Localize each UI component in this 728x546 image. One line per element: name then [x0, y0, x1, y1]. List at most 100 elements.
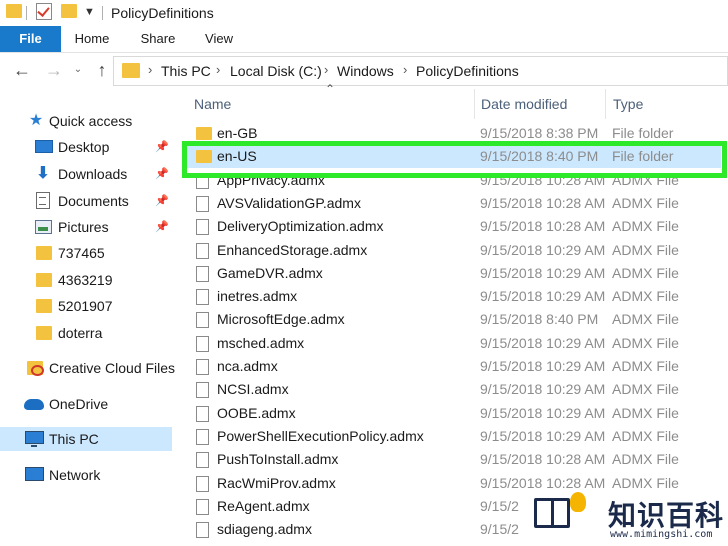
onedrive-icon [24, 399, 44, 410]
file-icon [196, 359, 209, 375]
file-type: ADMX File [612, 288, 679, 304]
file-type: ADMX File [612, 405, 679, 421]
file-date-modified: 9/15/2018 8:40 PM [480, 311, 599, 327]
toolbar-divider [26, 6, 27, 20]
sidebar-item-737465[interactable]: 737465 [0, 241, 172, 265]
file-icon [196, 196, 209, 212]
file-row[interactable]: PowerShellExecutionPolicy.admx 9/15/2018 … [185, 425, 721, 448]
pc-icon [25, 431, 44, 447]
file-row[interactable]: EnhancedStorage.admx 9/15/2018 10:29 AM AD… [185, 239, 721, 262]
file-row[interactable]: MicrosoftEdge.admx 9/15/2018 8:40 PM ADMX … [185, 308, 721, 331]
sidebar-item-network[interactable]: Network [0, 463, 172, 487]
recent-locations-chevron-icon[interactable]: ⌄ [68, 59, 88, 81]
file-icon [196, 499, 209, 515]
file-row[interactable]: GameDVR.admx 9/15/2018 10:29 AM ADMX File [185, 262, 721, 285]
sidebar-item-quick-access[interactable]: ★ Quick access [0, 109, 172, 133]
file-row[interactable]: AppPrivacy.admx 9/15/2018 10:28 AM ADMX Fi… [185, 169, 721, 192]
chevron-right-icon[interactable]: › [148, 62, 152, 77]
file-row[interactable]: msched.admx 9/15/2018 10:29 AM ADMX File [185, 332, 721, 355]
file-name: RacWmiProv.admx [217, 475, 336, 491]
sidebar-item-pictures[interactable]: Pictures 📌 [0, 215, 172, 239]
sidebar-item-desktop[interactable]: Desktop 📌 [0, 135, 172, 159]
file-icon [196, 406, 209, 422]
chevron-right-icon[interactable]: › [216, 62, 220, 77]
back-arrow-icon[interactable]: ← [12, 59, 32, 81]
tab-view[interactable]: View [193, 26, 245, 52]
sidebar-item-this-pc[interactable]: This PC [0, 427, 172, 451]
file-row[interactable]: DeliveryOptimization.admx 9/15/2018 10:28… [185, 215, 721, 238]
new-folder-icon[interactable] [61, 4, 77, 18]
forward-arrow-icon[interactable]: → [44, 59, 64, 81]
sidebar-item-onedrive[interactable]: OneDrive [0, 392, 172, 416]
column-divider[interactable] [474, 89, 475, 119]
sidebar-item-label: Creative Cloud Files [49, 360, 176, 376]
chevron-right-icon[interactable]: › [403, 62, 407, 77]
file-row[interactable]: OOBE.admx 9/15/2018 10:29 AM ADMX File [185, 402, 721, 425]
file-icon [196, 219, 209, 235]
file-icon [196, 429, 209, 445]
file-date-modified: 9/15/2018 8:40 PM [480, 148, 599, 164]
breadcrumb-local-disk[interactable]: Local Disk (C:) [230, 63, 322, 79]
sidebar-item-doterra[interactable]: doterra [0, 321, 172, 345]
folder-row[interactable]: en-US 9/15/2018 8:40 PM File folder [185, 145, 721, 168]
tab-share[interactable]: Share [123, 26, 193, 52]
sidebar-item-label: Quick access [49, 113, 133, 129]
file-name: ReAgent.admx [217, 498, 310, 514]
folder-icon [196, 150, 212, 163]
pin-icon[interactable]: 📌 [155, 135, 169, 159]
navigation-pane: ★ Quick access Desktop 📌 ⬇ Downloads 📌 D… [0, 89, 180, 546]
file-row[interactable]: inetres.admx 9/15/2018 10:29 AM ADMX File [185, 285, 721, 308]
up-arrow-icon[interactable]: ↑ [92, 59, 112, 81]
column-header-type[interactable]: Type [613, 89, 643, 119]
column-header-name[interactable]: Name [194, 89, 231, 119]
properties-icon[interactable] [36, 3, 52, 20]
file-date-modified: 9/15/2018 10:29 AM [480, 428, 606, 444]
file-name: AppPrivacy.admx [217, 172, 325, 188]
desktop-icon [35, 140, 53, 153]
column-divider[interactable] [605, 89, 606, 119]
file-date-modified: 9/15/2018 10:28 AM [480, 172, 606, 188]
sidebar-item-label: Pictures [58, 219, 109, 235]
file-date-modified: 9/15/2018 10:28 AM [480, 195, 606, 211]
folder-icon [122, 63, 140, 78]
file-name: en-US [217, 148, 257, 164]
file-name: sdiageng.admx [217, 521, 312, 537]
address-bar[interactable]: › This PC › Local Disk (C:) › Windows › … [113, 56, 728, 86]
folder-icon[interactable] [6, 4, 22, 18]
pin-icon[interactable]: 📌 [155, 215, 169, 239]
sidebar-item-label: Documents [58, 193, 129, 209]
pin-icon[interactable]: 📌 [155, 162, 169, 186]
file-row[interactable]: PushToInstall.admx 9/15/2018 10:28 AM ADMX… [185, 448, 721, 471]
file-name: inetres.admx [217, 288, 298, 304]
file-date-modified: 9/15/2018 10:29 AM [480, 405, 606, 421]
sidebar-item-label: Downloads [58, 166, 128, 182]
sidebar-item-creative-cloud-files[interactable]: Creative Cloud Files [0, 356, 176, 380]
customize-toolbar-icon[interactable]: ▼ [84, 6, 95, 18]
file-row[interactable]: NCSI.admx 9/15/2018 10:29 AM ADMX File [185, 378, 721, 401]
download-icon: ⬇ [36, 165, 50, 182]
breadcrumb-policy-definitions[interactable]: PolicyDefinitions [416, 63, 519, 79]
sidebar-item-downloads[interactable]: ⬇ Downloads 📌 [0, 162, 172, 186]
tab-home[interactable]: Home [61, 26, 123, 52]
documents-icon [36, 192, 50, 209]
sidebar-item-label: 4363219 [58, 272, 113, 288]
sort-ascending-icon: ⌃ [325, 82, 336, 96]
file-type: ADMX File [612, 172, 679, 188]
sidebar-item-documents[interactable]: Documents 📌 [0, 189, 172, 213]
chevron-right-icon[interactable]: › [324, 62, 328, 77]
breadcrumb-this-pc[interactable]: This PC [161, 63, 211, 79]
file-name: nca.admx [217, 358, 278, 374]
file-icon [196, 243, 209, 259]
sidebar-item-4363219[interactable]: 4363219 [0, 268, 172, 292]
file-type: ADMX File [612, 265, 679, 281]
file-row[interactable]: AVSValidationGP.admx 9/15/2018 10:28 AM AD… [185, 192, 721, 215]
sidebar-item-5201907[interactable]: 5201907 [0, 294, 172, 318]
column-header-date-modified[interactable]: Date modified [481, 89, 567, 119]
file-icon [196, 382, 209, 398]
file-icon [196, 266, 209, 282]
folder-row[interactable]: en-GB 9/15/2018 8:38 PM File folder [185, 122, 721, 145]
tab-file[interactable]: File [0, 26, 61, 52]
breadcrumb-windows[interactable]: Windows [337, 63, 394, 79]
file-row[interactable]: nca.admx 9/15/2018 10:29 AM ADMX File [185, 355, 721, 378]
pin-icon[interactable]: 📌 [155, 189, 169, 213]
